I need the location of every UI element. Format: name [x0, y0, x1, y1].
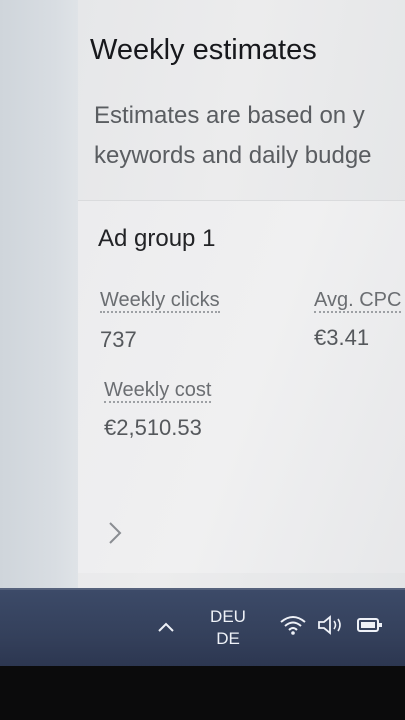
description-line-1: Estimates are based on y: [94, 102, 365, 129]
ad-group-card: Ad group 1 Weekly clicks 737 Avg. CPC €3…: [78, 200, 405, 573]
screen-bezel: [0, 666, 405, 720]
ad-group-title: Ad group 1: [98, 225, 216, 252]
wifi-icon[interactable]: [279, 614, 307, 636]
avg-cpc-label[interactable]: Avg. CPC: [314, 289, 402, 313]
language-region: DE: [216, 629, 240, 648]
weekly-cost-label[interactable]: Weekly cost: [104, 379, 212, 403]
battery-icon[interactable]: [356, 617, 384, 633]
browser-content: Weekly estimates Estimates are based on …: [0, 0, 405, 595]
page-title: Weekly estimates: [90, 34, 317, 66]
weekly-estimates-panel: Weekly estimates Estimates are based on …: [78, 0, 405, 595]
weekly-clicks-label[interactable]: Weekly clicks: [100, 289, 220, 313]
left-sidebar-edge: [0, 0, 79, 595]
chevron-right-icon[interactable]: [106, 519, 124, 547]
windows-taskbar: DEU DE: [0, 588, 405, 668]
description-line-2: keywords and daily budge: [94, 142, 372, 169]
avg-cpc-value: €3.41: [314, 325, 370, 350]
weekly-clicks-value: 737: [100, 327, 137, 352]
language-indicator[interactable]: DEU DE: [200, 606, 256, 650]
estimates-description: Estimates are based on y keywords and da…: [94, 96, 405, 176]
chevron-up-icon[interactable]: [156, 620, 176, 634]
volume-icon[interactable]: [316, 614, 346, 636]
weekly-cost-value: €2,510.53: [104, 415, 202, 440]
language-code: DEU: [210, 607, 246, 626]
